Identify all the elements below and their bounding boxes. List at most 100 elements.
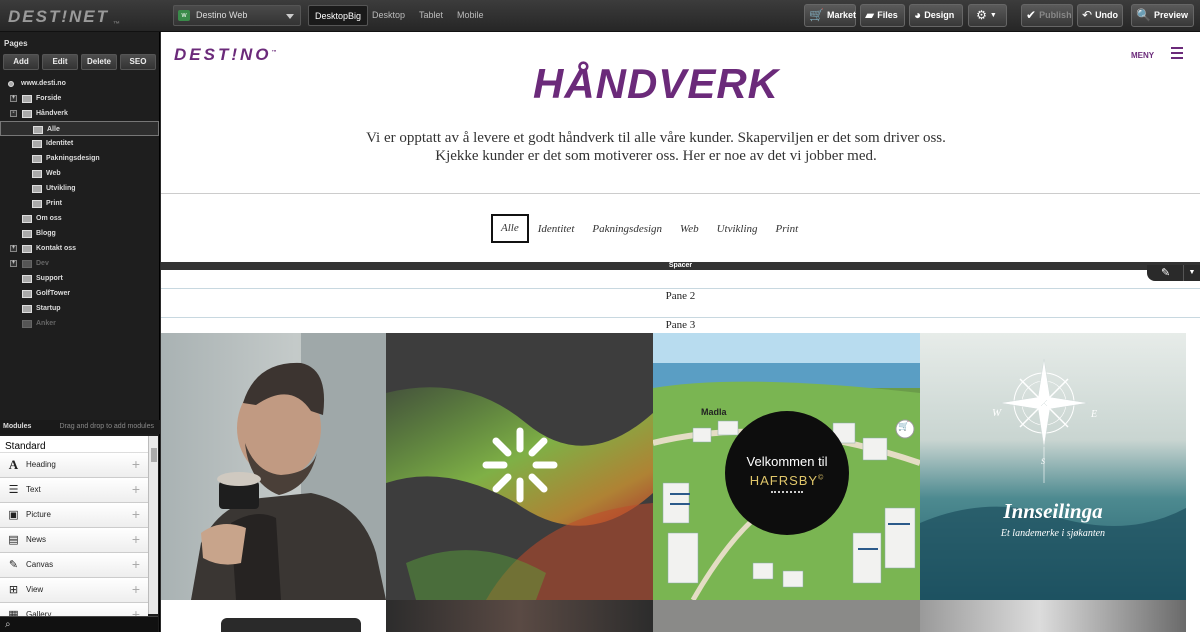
page-tree: www.desti.no + Forside - Håndverk Alle Identit… (0, 76, 159, 331)
filter-alle[interactable]: Alle (491, 214, 529, 243)
sidebar-item-startup[interactable]: Startup (0, 301, 159, 316)
portfolio-tile-hafrsby[interactable]: Madla 🛒 Velkommen til HAFRSBY© (653, 333, 920, 600)
sidebar-item-label: Alle (47, 126, 60, 133)
module-view[interactable]: ⊞ View + (0, 578, 148, 603)
sidebar-item-pakningsdesign[interactable]: Pakningsdesign (0, 151, 159, 166)
plus-icon[interactable]: + (132, 456, 140, 472)
filter-utvikling[interactable]: Utvikling (708, 223, 767, 235)
site-selector-label: Destino Web (196, 10, 248, 20)
menu-label[interactable]: MENY (1131, 51, 1154, 60)
portfolio-tile-particles[interactable] (386, 333, 653, 600)
portfolio-tile-portrait[interactable] (161, 333, 386, 600)
files-button[interactable]: ▰ Files (860, 4, 905, 27)
edit-page-button[interactable]: Edit (42, 54, 78, 70)
palette-icon: ◕ (914, 8, 922, 22)
module-text[interactable]: ☰ Text + (0, 478, 148, 503)
pencil-icon[interactable]: ✎ (1161, 267, 1170, 279)
sidebar-item-alle[interactable]: Alle (0, 121, 159, 136)
sidebar-item-blogg[interactable]: Blogg (0, 226, 159, 241)
sidebar-item-label: Dev (36, 260, 49, 267)
tab-mobile[interactable]: Mobile (451, 5, 490, 26)
site-icon: w (178, 10, 190, 21)
sidebar-item-golftower[interactable]: GolfTower (0, 286, 159, 301)
pane-divider (161, 317, 1200, 318)
preview-button[interactable]: 🔍 Preview (1131, 4, 1194, 27)
publish-button[interactable]: ✔ Publish (1021, 4, 1073, 27)
filter-print[interactable]: Print (767, 223, 808, 235)
module-picture[interactable]: ▣ Picture + (0, 503, 148, 528)
plus-icon[interactable]: + (132, 581, 140, 597)
picture-module-icon: ▣ (8, 509, 19, 521)
intro-text: Vi er opptatt av å levere et godt håndve… (161, 129, 1151, 165)
portfolio-tile-row2-1[interactable] (161, 600, 386, 632)
portfolio-tile-row2-2[interactable] (386, 600, 653, 632)
expand-icon[interactable]: + (10, 95, 17, 102)
modules-scrollbar[interactable] (148, 436, 158, 614)
sidebar-item-www-desti-no[interactable]: www.desti.no (0, 76, 159, 91)
news-module-icon: ▤ (8, 534, 19, 546)
module-news[interactable]: ▤ News + (0, 528, 148, 553)
sidebar-item-label: Pakningsdesign (46, 155, 100, 162)
sidebar-item-web[interactable]: Web (0, 166, 159, 181)
plus-icon[interactable]: + (132, 531, 140, 547)
module-search[interactable]: ⌕ (0, 616, 158, 632)
delete-page-button[interactable]: Delete (81, 54, 117, 70)
undo-button[interactable]: ↶ Undo (1077, 4, 1123, 27)
filter-identitet[interactable]: Identitet (529, 223, 584, 235)
device-image (221, 618, 361, 632)
sidebar-item-anker[interactable]: Anker (0, 316, 159, 331)
chevron-down-icon (286, 14, 294, 19)
edit-tab[interactable]: ✎ ▼ (1147, 265, 1200, 281)
a-module-icon: A (8, 457, 19, 472)
sidebar-item-forside[interactable]: + Forside (0, 91, 159, 106)
sidebar-item-om-oss[interactable]: Om oss (0, 211, 159, 226)
cart-icon[interactable]: 🛒 (898, 421, 909, 432)
view-module-icon: ⊞ (8, 584, 19, 596)
sidebar-item-dev[interactable]: + Dev (0, 256, 159, 271)
hamburger-icon[interactable] (1171, 47, 1183, 60)
sidebar-item-support[interactable]: Support (0, 271, 159, 286)
preview-label: Preview (1153, 10, 1188, 20)
market-button[interactable]: 🛒 Market (804, 4, 856, 27)
filter-pakningsdesign[interactable]: Pakningsdesign (583, 223, 671, 235)
sidebar-item-håndverk[interactable]: - Håndverk (0, 106, 159, 121)
portfolio-tile-row2-4[interactable] (920, 600, 1186, 632)
site-selector[interactable]: w Destino Web (173, 5, 301, 26)
page-icon (22, 95, 32, 103)
add-page-button[interactable]: Add (3, 54, 39, 70)
sidebar-item-print[interactable]: Print (0, 196, 159, 211)
search-icon: ⌕ (5, 619, 11, 630)
tab-desktopbig[interactable]: DesktopBig (308, 5, 369, 26)
undo-label: Undo (1095, 10, 1119, 20)
page-icon (32, 170, 42, 178)
plus-icon[interactable]: + (132, 506, 140, 522)
modules-hint: Drag and drop to add modules (59, 423, 154, 430)
expand-icon[interactable]: + (10, 260, 17, 267)
collapse-icon[interactable]: - (10, 110, 17, 117)
plus-icon[interactable]: + (132, 481, 140, 497)
plus-icon[interactable]: + (132, 556, 140, 572)
module-label: Picture (26, 510, 51, 519)
hafrsby-name-text: HAFRSBY (749, 473, 819, 488)
expand-icon[interactable]: + (10, 245, 17, 252)
page-icon (22, 245, 32, 253)
chevron-down-icon[interactable]: ▼ (1183, 265, 1200, 281)
settings-button[interactable]: ⚙ ▼ (968, 4, 1007, 27)
design-label: Design (924, 10, 955, 20)
tab-desktop[interactable]: Desktop (366, 5, 411, 26)
sidebar-item-identitet[interactable]: Identitet (0, 136, 159, 151)
module-canvas[interactable]: ✎ Canvas + (0, 553, 148, 578)
spacer-bar[interactable]: Spacer (161, 262, 1200, 270)
module-heading[interactable]: A Heading + (0, 453, 148, 478)
tab-tablet[interactable]: Tablet (413, 5, 449, 26)
portfolio-tile-innseilinga[interactable]: W E S Innseilinga Et landemerke i sjøkan… (920, 333, 1186, 600)
filter-web[interactable]: Web (671, 223, 708, 235)
sidebar-item-utvikling[interactable]: Utvikling (0, 181, 159, 196)
seo-button[interactable]: SEO (120, 54, 156, 70)
design-button[interactable]: ◕ Design (909, 4, 963, 27)
portfolio-tile-row2-3[interactable] (653, 600, 920, 632)
scrollbar-thumb[interactable] (151, 448, 157, 462)
portfolio-filters: Alle Identitet Pakningsdesign Web Utvikl… (491, 214, 807, 243)
sidebar-item-kontakt-oss[interactable]: + Kontakt oss (0, 241, 159, 256)
modules-panel: Standard A Heading + ☰ Text + ▣ Picture + ▤ News + ✎… (0, 436, 158, 628)
